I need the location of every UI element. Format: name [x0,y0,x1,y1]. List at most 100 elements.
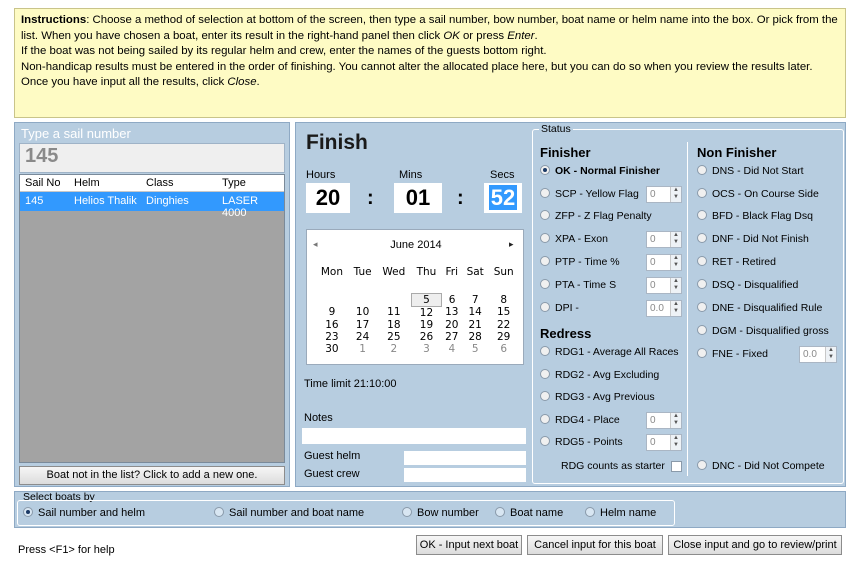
calendar-day[interactable] [376,293,411,306]
checkbox[interactable] [670,460,682,472]
calendar-day[interactable]: 9 [315,306,349,319]
column-header-type[interactable]: Type [222,177,246,189]
calendar-day[interactable] [462,281,488,293]
calendar-day[interactable]: 29 [488,331,519,343]
stepper-arrows-icon[interactable]: ▲ ▼ [670,278,681,293]
calendar-day[interactable]: 19 [411,319,441,331]
calendar-day[interactable] [442,281,462,293]
ptp-stepper[interactable]: 0 ▲ ▼ [646,254,682,271]
calendar-day[interactable]: 17 [349,319,376,331]
status-option-dnc[interactable]: DNC - Did Not Compete [697,460,825,476]
status-option-fne[interactable]: FNE - Fixed [697,348,768,364]
scp-stepper[interactable]: 0 ▲ ▼ [646,186,682,203]
calendar-day-next-month[interactable]: 4 [442,343,462,355]
stepper-arrows-icon[interactable]: ▲ ▼ [670,413,681,428]
close-input-review-button[interactable]: Close input and go to review/print [668,535,842,555]
calendar-day[interactable]: 25 [376,331,411,343]
rdg5-stepper[interactable]: 0 ▲ ▼ [646,434,682,451]
column-header-helm[interactable]: Helm [74,177,100,189]
stepper-arrows-icon[interactable]: ▲ ▼ [670,435,681,450]
guest-helm-input[interactable] [404,451,526,465]
fne-stepper[interactable]: 0.0 ▲ ▼ [799,346,837,363]
status-option-ptp[interactable]: PTP - Time % [540,256,620,272]
calendar-day[interactable]: 6 [442,293,462,306]
status-option-dgm[interactable]: DGM - Disqualified gross [697,325,829,341]
calendar-day[interactable]: 14 [462,306,488,319]
mins-input[interactable]: 01 [394,183,442,213]
calendar-day[interactable]: 30 [315,343,349,355]
stepper-arrows-icon[interactable]: ▲ ▼ [670,255,681,270]
stepper-arrows-icon[interactable]: ▲ ▼ [825,347,836,362]
calendar-day[interactable]: 10 [349,306,376,319]
status-option-ok[interactable]: OK - Normal Finisher [540,165,660,181]
calendar-day[interactable]: 28 [462,331,488,343]
calendar-day[interactable]: 26 [411,331,441,343]
calendar-next-icon[interactable]: ▸ [509,239,514,250]
calendar-day[interactable]: 11 [376,306,411,319]
status-option-bfd[interactable]: BFD - Black Flag Dsq [697,210,813,226]
sail-number-input[interactable]: 145 [19,143,285,173]
rdg4-stepper[interactable]: 0 ▲ ▼ [646,412,682,429]
column-header-sail-no[interactable]: Sail No [25,177,60,189]
cancel-input-button[interactable]: Cancel input for this boat [527,535,663,555]
pta-stepper[interactable]: 0 ▲ ▼ [646,277,682,294]
status-option-zfp[interactable]: ZFP - Z Flag Penalty [540,210,652,226]
calendar-day[interactable]: 13 [442,306,462,319]
xpa-stepper[interactable]: 0 ▲ ▼ [646,231,682,248]
calendar-day[interactable]: 8 [488,293,519,306]
secs-input[interactable]: 52 [484,183,522,213]
calendar-day-next-month[interactable]: 5 [462,343,488,355]
calendar-day[interactable]: 12 [411,306,441,319]
table-row[interactable]: 145 Helios Thalik Dinghies LASER 4000 [20,192,284,219]
calendar-day[interactable] [315,293,349,306]
calendar-day-next-month[interactable]: 6 [488,343,519,355]
status-option-dne[interactable]: DNE - Disqualified Rule [697,302,822,318]
status-option-rdg2[interactable]: RDG2 - Avg Excluding [540,369,659,385]
select-by-boat-name[interactable]: Boat name [495,507,563,519]
add-new-boat-button[interactable]: Boat not in the list? Click to add a new… [19,466,285,485]
status-option-rdg5[interactable]: RDG5 - Points [540,436,623,452]
select-by-helm-name[interactable]: Helm name [585,507,656,519]
calendar-day[interactable]: 16 [315,319,349,331]
status-option-dnf[interactable]: DNF - Did Not Finish [697,233,809,249]
calendar-day-today[interactable]: 5 [410,292,443,307]
stepper-arrows-icon[interactable]: ▲ ▼ [670,187,681,202]
status-option-pta[interactable]: PTA - Time S [540,279,616,295]
select-by-bow-number[interactable]: Bow number [402,507,479,519]
boat-list[interactable]: Sail No Helm Class Type 145 Helios Thali… [19,174,285,463]
column-header-class[interactable]: Class [146,177,174,189]
calendar-day-next-month[interactable]: 1 [349,343,376,355]
hours-input[interactable]: 20 [306,183,350,213]
calendar[interactable]: ◂ June 2014 ▸ Mon Tue Wed Thu Fri Sat Su… [306,229,524,365]
status-option-dns[interactable]: DNS - Did Not Start [697,165,804,181]
status-option-dpi[interactable]: DPI - [540,302,579,318]
calendar-day[interactable]: 15 [488,306,519,319]
calendar-day[interactable] [411,281,441,293]
calendar-day[interactable] [315,281,349,293]
calendar-day[interactable]: 18 [376,319,411,331]
stepper-arrows-icon[interactable]: ▲ ▼ [670,232,681,247]
calendar-day[interactable]: 23 [315,331,349,343]
status-option-rdg3[interactable]: RDG3 - Avg Previous [540,391,655,407]
calendar-day[interactable]: 21 [462,319,488,331]
notes-input[interactable] [302,428,526,444]
status-option-ocs[interactable]: OCS - On Course Side [697,188,819,204]
calendar-day[interactable] [349,293,376,306]
calendar-day[interactable]: 27 [442,331,462,343]
calendar-day[interactable]: 24 [349,331,376,343]
calendar-day[interactable] [349,281,376,293]
status-option-rdg4[interactable]: RDG4 - Place [540,414,620,430]
status-option-ret[interactable]: RET - Retired [697,256,776,272]
calendar-day-next-month[interactable]: 2 [376,343,411,355]
calendar-day[interactable]: 7 [462,293,488,306]
dpi-stepper[interactable]: 0.0 ▲ ▼ [646,300,682,317]
calendar-day[interactable] [376,281,411,293]
guest-crew-input[interactable] [404,468,526,482]
select-by-sail-number-and-boat-name[interactable]: Sail number and boat name [214,507,364,519]
ok-input-next-boat-button[interactable]: OK - Input next boat [416,535,522,555]
status-option-dsq[interactable]: DSQ - Disqualified [697,279,798,295]
status-option-xpa[interactable]: XPA - Exon [540,233,608,249]
calendar-day[interactable]: 22 [488,319,519,331]
calendar-day[interactable] [488,281,519,293]
calendar-day-next-month[interactable]: 3 [411,343,441,355]
